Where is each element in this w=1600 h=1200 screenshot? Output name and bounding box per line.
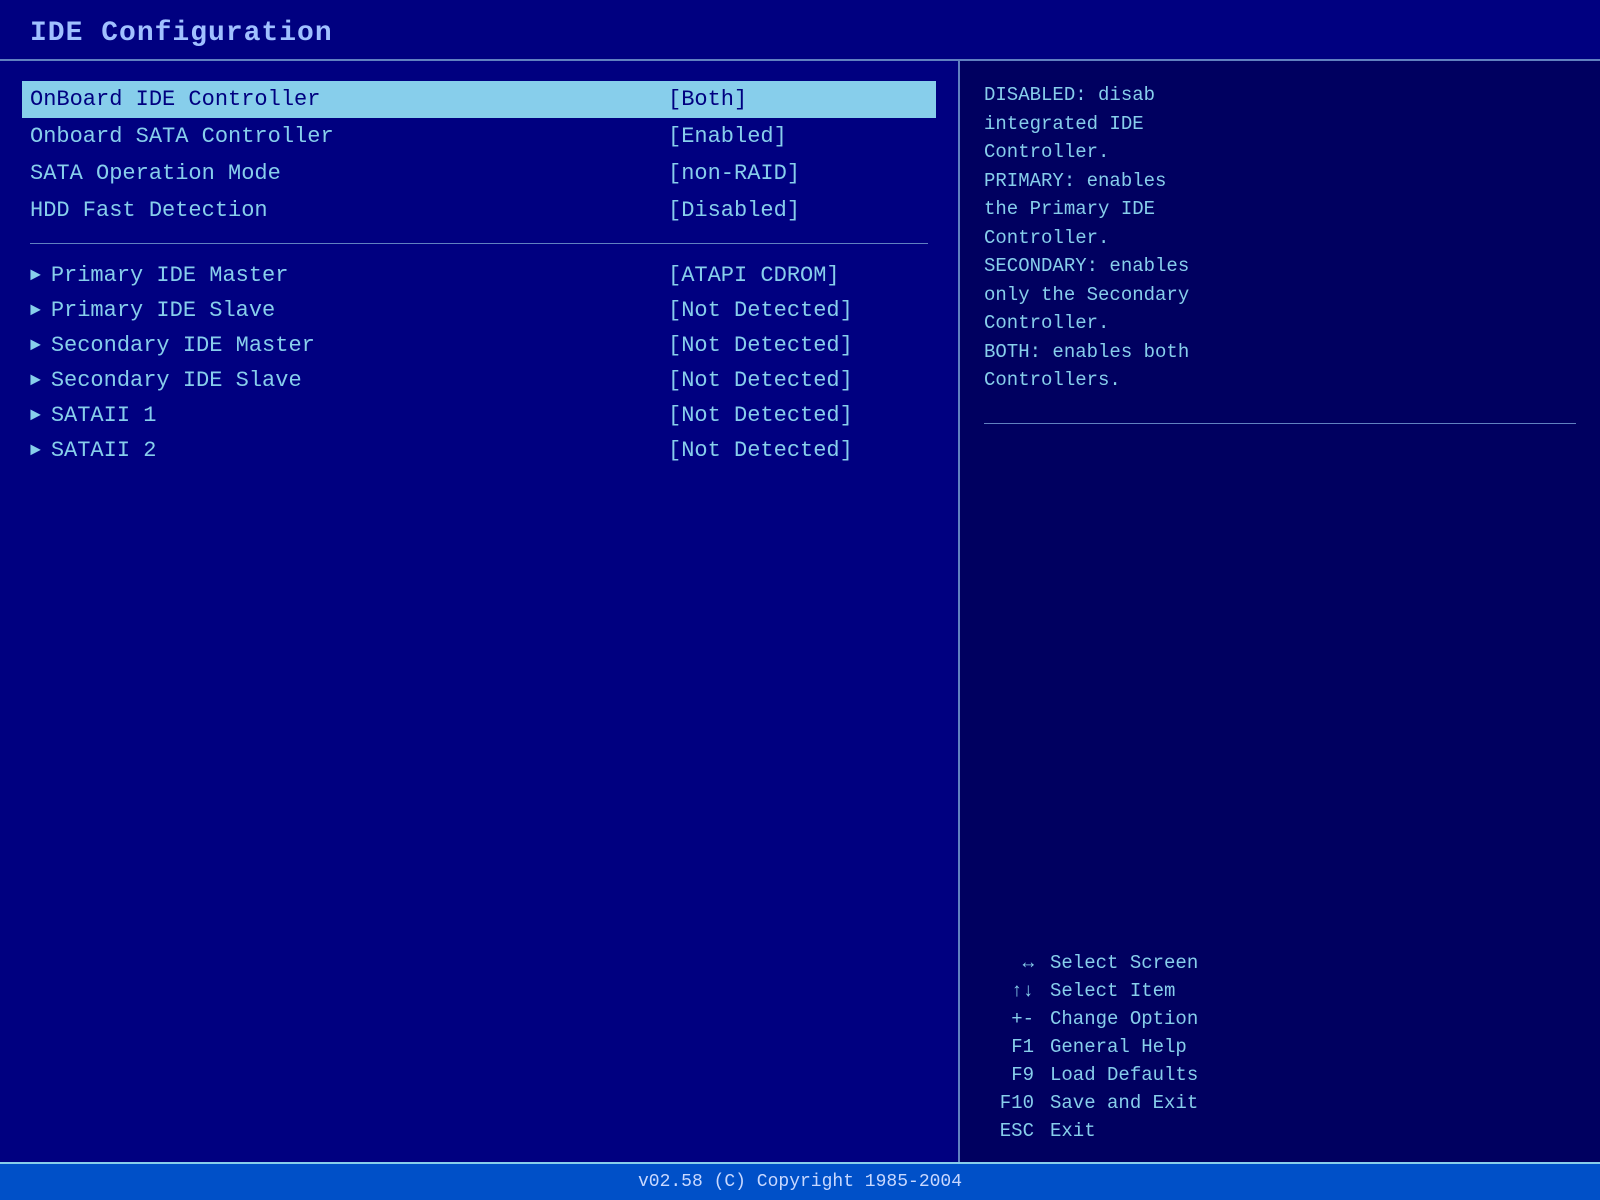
footer-text: v02.58 (C) Copyright 1985-2004	[638, 1172, 962, 1192]
main-content: OnBoard IDE Controller [Both] Onboard SA…	[0, 61, 1600, 1162]
key-symbol-1: ↑↓	[984, 980, 1034, 1002]
title-text: IDE Configuration	[30, 18, 333, 49]
drives-section: ► Primary IDE Master [ATAPI CDROM] ► Pri…	[30, 258, 928, 468]
key-symbol-3: F1	[984, 1036, 1034, 1058]
drive-row-0[interactable]: ► Primary IDE Master [ATAPI CDROM]	[30, 258, 928, 293]
help-line-8: Controller.	[984, 309, 1576, 338]
footer: v02.58 (C) Copyright 1985-2004	[0, 1162, 1600, 1200]
setting-row-3[interactable]: HDD Fast Detection [Disabled]	[30, 192, 928, 229]
drive-label-4: ► SATAII 1	[30, 403, 156, 428]
help-line-10: Controllers.	[984, 366, 1576, 395]
drive-label-1: ► Primary IDE Slave	[30, 298, 275, 323]
key-row-5: F10 Save and Exit	[984, 1092, 1576, 1114]
drive-row-5[interactable]: ► SATAII 2 [Not Detected]	[30, 433, 928, 468]
help-line-4: the Primary IDE	[984, 195, 1576, 224]
help-line-1: integrated IDE	[984, 110, 1576, 139]
setting-row-2[interactable]: SATA Operation Mode [non-RAID]	[30, 155, 928, 192]
drive-row-3[interactable]: ► Secondary IDE Slave [Not Detected]	[30, 363, 928, 398]
setting-row-1[interactable]: Onboard SATA Controller [Enabled]	[30, 118, 928, 155]
page-title: IDE Configuration	[0, 0, 1600, 61]
help-line-7: only the Secondary	[984, 281, 1576, 310]
setting-row-0[interactable]: OnBoard IDE Controller [Both]	[22, 81, 936, 118]
drive-row-1[interactable]: ► Primary IDE Slave [Not Detected]	[30, 293, 928, 328]
drive-row-2[interactable]: ► Secondary IDE Master [Not Detected]	[30, 328, 928, 363]
right-panel: DISABLED: disab integrated IDE Controlle…	[960, 61, 1600, 1162]
drive-label-2: ► Secondary IDE Master	[30, 333, 315, 358]
drive-label-0: ► Primary IDE Master	[30, 263, 288, 288]
setting-value-3: [Disabled]	[648, 198, 928, 223]
key-desc-6: Exit	[1050, 1120, 1096, 1142]
arrow-icon-0: ►	[30, 266, 41, 286]
help-line-2: Controller.	[984, 138, 1576, 167]
key-row-1: ↑↓ Select Item	[984, 980, 1576, 1002]
key-row-0: ↔ Select Screen	[984, 952, 1576, 974]
drive-value-0: [ATAPI CDROM]	[648, 263, 928, 288]
help-line-0: DISABLED: disab	[984, 81, 1576, 110]
drive-value-1: [Not Detected]	[648, 298, 928, 323]
arrow-icon-2: ►	[30, 336, 41, 356]
drive-label-5: ► SATAII 2	[30, 438, 156, 463]
key-desc-1: Select Item	[1050, 980, 1175, 1002]
settings-section: OnBoard IDE Controller [Both] Onboard SA…	[30, 81, 928, 229]
drive-value-2: [Not Detected]	[648, 333, 928, 358]
arrow-icon-5: ►	[30, 441, 41, 461]
help-text-block: DISABLED: disab integrated IDE Controlle…	[984, 81, 1576, 395]
help-line-3: PRIMARY: enables	[984, 167, 1576, 196]
setting-label-0: OnBoard IDE Controller	[30, 87, 320, 112]
drive-value-5: [Not Detected]	[648, 438, 928, 463]
setting-label-1: Onboard SATA Controller	[30, 124, 334, 149]
key-row-3: F1 General Help	[984, 1036, 1576, 1058]
left-panel: OnBoard IDE Controller [Both] Onboard SA…	[0, 61, 960, 1162]
divider	[30, 243, 928, 244]
arrow-icon-4: ►	[30, 406, 41, 426]
help-divider	[984, 423, 1576, 424]
setting-value-0: [Both]	[648, 87, 928, 112]
drive-value-4: [Not Detected]	[648, 403, 928, 428]
setting-label-3: HDD Fast Detection	[30, 198, 268, 223]
key-symbol-2: +-	[984, 1008, 1034, 1030]
key-row-6: ESC Exit	[984, 1120, 1576, 1142]
bios-screen: IDE Configuration OnBoard IDE Controller…	[0, 0, 1600, 1200]
key-desc-0: Select Screen	[1050, 952, 1198, 974]
key-symbol-0: ↔	[984, 952, 1034, 974]
arrow-icon-1: ►	[30, 301, 41, 321]
key-row-4: F9 Load Defaults	[984, 1064, 1576, 1086]
key-desc-5: Save and Exit	[1050, 1092, 1198, 1114]
key-symbol-6: ESC	[984, 1120, 1034, 1142]
key-row-2: +- Change Option	[984, 1008, 1576, 1030]
key-legend: ↔ Select Screen ↑↓ Select Item +- Change…	[984, 952, 1576, 1142]
arrow-icon-3: ►	[30, 371, 41, 391]
key-desc-4: Load Defaults	[1050, 1064, 1198, 1086]
help-line-5: Controller.	[984, 224, 1576, 253]
key-symbol-5: F10	[984, 1092, 1034, 1114]
drive-row-4[interactable]: ► SATAII 1 [Not Detected]	[30, 398, 928, 433]
setting-value-2: [non-RAID]	[648, 161, 928, 186]
help-line-6: SECONDARY: enables	[984, 252, 1576, 281]
key-desc-2: Change Option	[1050, 1008, 1198, 1030]
setting-label-2: SATA Operation Mode	[30, 161, 281, 186]
help-line-9: BOTH: enables both	[984, 338, 1576, 367]
setting-value-1: [Enabled]	[648, 124, 928, 149]
key-symbol-4: F9	[984, 1064, 1034, 1086]
drive-value-3: [Not Detected]	[648, 368, 928, 393]
key-desc-3: General Help	[1050, 1036, 1187, 1058]
drive-label-3: ► Secondary IDE Slave	[30, 368, 302, 393]
